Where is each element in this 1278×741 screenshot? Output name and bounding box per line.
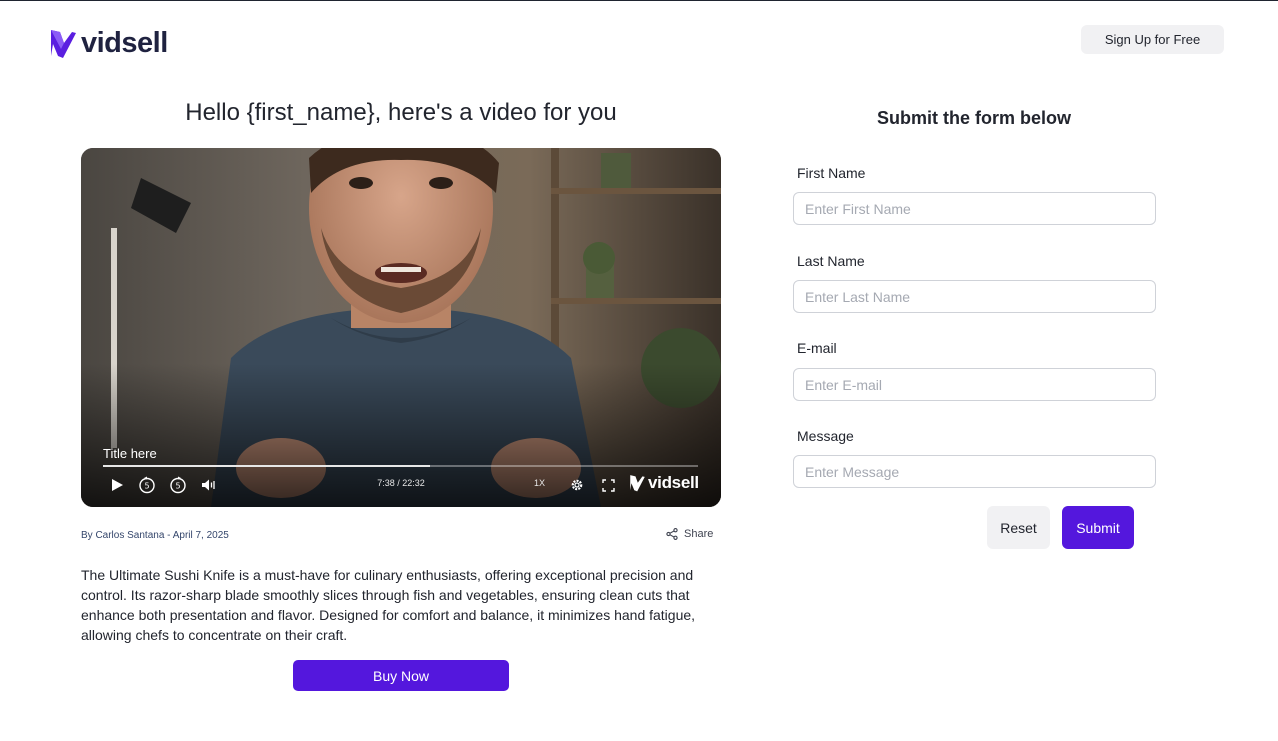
- fullscreen-icon[interactable]: [598, 475, 618, 495]
- submit-button[interactable]: Submit: [1062, 506, 1134, 549]
- first-name-label: First Name: [797, 165, 866, 181]
- player-controls: 5 5 7:38 / 22:32 1X vidsell: [81, 472, 721, 498]
- vidsell-logo-icon: [51, 30, 76, 58]
- email-label: E-mail: [797, 340, 837, 356]
- video-heading: Hello {first_name}, here's a video for y…: [185, 99, 617, 126]
- forward-5-icon[interactable]: 5: [168, 475, 188, 495]
- last-name-field[interactable]: [793, 280, 1156, 313]
- brand-name: vidsell: [81, 27, 168, 59]
- brand-logo[interactable]: vidsell: [50, 28, 168, 59]
- video-player[interactable]: Title here 5 5 7:38 / 22:32 1X vidsell: [81, 148, 721, 507]
- reset-button[interactable]: Reset: [987, 506, 1050, 549]
- svg-text:5: 5: [175, 482, 180, 491]
- video-progress-bar[interactable]: [103, 465, 698, 467]
- form-title: Submit the form below: [876, 108, 1071, 128]
- play-icon[interactable]: [107, 475, 127, 495]
- player-brand-name: vidsell: [648, 473, 699, 492]
- email-field[interactable]: [793, 368, 1156, 401]
- playback-speed-button[interactable]: 1X: [534, 478, 545, 488]
- author-byline: By Carlos Santana - April 7, 2025: [81, 530, 229, 541]
- share-icon: [666, 528, 678, 540]
- first-name-field[interactable]: [793, 192, 1156, 225]
- svg-text:5: 5: [144, 482, 149, 491]
- video-progress-fill: [103, 465, 431, 467]
- product-description: The Ultimate Sushi Knife is a must-have …: [81, 567, 696, 643]
- share-button[interactable]: Share: [666, 528, 713, 540]
- last-name-label: Last Name: [797, 253, 865, 269]
- settings-icon[interactable]: [567, 475, 587, 495]
- vidsell-player-logo-icon: [630, 475, 645, 492]
- video-title: Title here: [103, 446, 157, 461]
- player-brand-logo[interactable]: vidsell: [629, 473, 699, 493]
- signup-button[interactable]: Sign Up for Free: [1081, 25, 1224, 54]
- time-readout: 7:38 / 22:32: [377, 478, 425, 488]
- share-label: Share: [684, 528, 714, 540]
- volume-icon[interactable]: [199, 475, 219, 495]
- buy-now-button[interactable]: Buy Now: [293, 660, 509, 691]
- message-label: Message: [797, 428, 854, 444]
- rewind-5-icon[interactable]: 5: [137, 475, 157, 495]
- video-thumbnail: [81, 148, 721, 507]
- message-field[interactable]: [793, 455, 1156, 488]
